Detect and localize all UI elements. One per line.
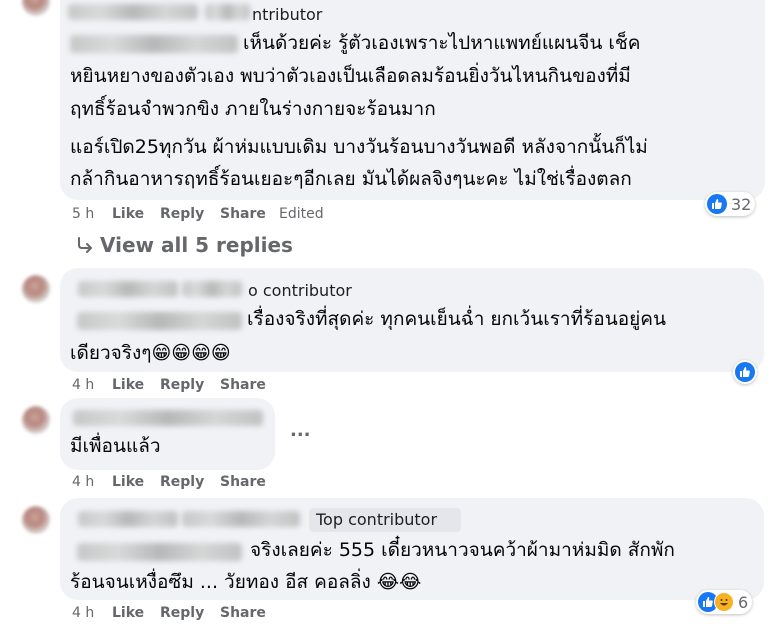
author-name-blurred[interactable] [78,281,178,297]
like-button[interactable]: Like [112,474,144,490]
reaction-summary[interactable]: 32 [705,192,756,216]
share-button[interactable]: Share [220,206,266,222]
avatar[interactable] [22,506,50,534]
timestamp[interactable]: 4 h [72,377,94,393]
reaction-summary[interactable] [733,360,757,384]
author-name-blurred[interactable] [68,4,198,20]
badge-label: o contributor [248,281,352,300]
avatar[interactable] [22,275,50,303]
comment-line: ฤทธิ์ร้อนจำพวกขิง ภายในร่างกายจะร้อนมาก [70,98,436,120]
mention-blurred [70,35,238,53]
timestamp[interactable]: 4 h [72,605,94,621]
reply-button[interactable]: Reply [160,474,204,490]
share-button[interactable]: Share [220,474,266,490]
author-name-blurred[interactable] [73,410,263,426]
author-name-blurred [182,281,242,297]
reply-button[interactable]: Reply [160,206,204,222]
like-button[interactable]: Like [112,377,144,393]
like-button[interactable]: Like [112,206,144,222]
haha-icon [714,592,734,612]
like-button[interactable]: Like [112,605,144,621]
reaction-count: 32 [731,194,752,214]
reply-button[interactable]: Reply [160,377,204,393]
edited-label: Edited [279,206,324,222]
reaction-summary[interactable]: 6 [696,590,753,614]
share-button[interactable]: Share [220,377,266,393]
timestamp[interactable]: 5 h [72,206,94,222]
reaction-count: 6 [738,592,749,612]
comment-line: ร้อนจนเหงื่อซึม ... วัยทอง อีส คอลลิ่ง 😂… [70,571,422,593]
author-name-blurred [205,4,250,20]
mention-blurred [77,312,242,330]
reply-button[interactable]: Reply [160,605,204,621]
like-icon [707,194,727,214]
badge-label: ntributor [252,5,323,24]
comment-line: เห็นด้วยค่ะ รู้ตัวเองเพราะไปหาแพทย์แผนจี… [243,32,641,54]
comment-line: หยินหยางของตัวเอง พบว่าตัวเองเป็นเลือดลม… [70,65,631,87]
more-icon[interactable]: ... [290,420,311,441]
comment-line: จริงเลยค่ะ 555 เดี๋ยวหนาวจนคว้าผ้ามาห่มม… [250,539,675,561]
badge-label: Top contributor [316,510,438,529]
author-name-blurred[interactable] [78,511,178,527]
avatar[interactable] [22,0,50,16]
view-all-replies-link[interactable]: View all 5 replies [76,233,293,257]
comment-line: แอร์เปิด25ทุกวัน ผ้าห่มแบบเดิม บางวันร้อ… [70,136,648,158]
mention-blurred [77,543,242,561]
comment-line: มีเพื่อนแล้ว [70,435,161,457]
avatar[interactable] [22,406,50,434]
view-replies-label[interactable]: View all 5 replies [100,233,293,257]
like-icon [735,362,755,382]
reply-arrow-icon [76,236,94,254]
comment-line: เดียวจริงๆ😁😁😁😁 [70,342,231,364]
comment-line: กล้ากินอาหารฤทธิ์ร้อนเยอะๆอีกเลย มันได้ผ… [70,168,632,190]
author-name-blurred [182,511,300,527]
timestamp[interactable]: 4 h [72,474,94,490]
comment-line: เรื่องจริงที่สุดค่ะ ทุกคนเย็นฉ่ำ ยกเว้นเ… [247,308,666,330]
share-button[interactable]: Share [220,605,266,621]
